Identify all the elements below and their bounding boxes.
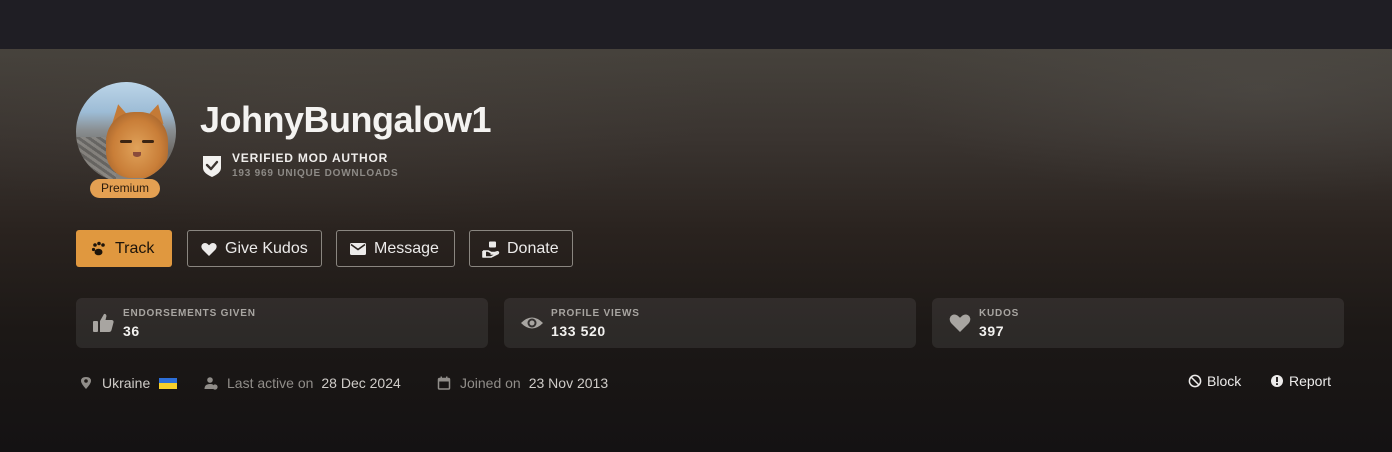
location-text: Ukraine bbox=[102, 375, 151, 391]
stat-card-kudos: KUDOS 397 bbox=[932, 298, 1344, 348]
map-pin-icon bbox=[81, 377, 91, 389]
eye-icon bbox=[521, 317, 543, 329]
joined: Joined on 23 Nov 2013 bbox=[437, 374, 608, 392]
donate-label: Donate bbox=[507, 239, 559, 257]
avatar[interactable] bbox=[76, 82, 176, 182]
stat-card-endorsements: ENDORSEMENTS GIVEN 36 bbox=[76, 298, 488, 348]
donate-button[interactable]: Donate bbox=[469, 230, 573, 267]
ukraine-flag-icon bbox=[159, 377, 178, 389]
alert-icon bbox=[1271, 375, 1283, 387]
track-label: Track bbox=[115, 239, 155, 257]
stat-value: 133 520 bbox=[551, 323, 606, 339]
report-label: Report bbox=[1289, 373, 1332, 389]
stat-value: 397 bbox=[979, 323, 1005, 339]
stat-label: ENDORSEMENTS GIVEN bbox=[123, 308, 256, 319]
stat-label: PROFILE VIEWS bbox=[551, 308, 640, 319]
message-button[interactable]: Message bbox=[336, 230, 455, 267]
envelope-icon bbox=[350, 242, 366, 255]
joined-date: 23 Nov 2013 bbox=[528, 375, 609, 391]
give-kudos-button[interactable]: Give Kudos bbox=[187, 230, 322, 267]
user-clock-icon bbox=[204, 377, 218, 390]
last-active: Last active on 28 Dec 2024 bbox=[204, 374, 401, 392]
stat-card-profile-views: PROFILE VIEWS 133 520 bbox=[504, 298, 916, 348]
thumbs-up-icon bbox=[93, 313, 114, 332]
calendar-icon bbox=[437, 376, 451, 390]
block-icon bbox=[1188, 374, 1202, 388]
stat-value: 36 bbox=[123, 323, 140, 339]
block-label: Block bbox=[1207, 373, 1242, 389]
paw-icon bbox=[91, 241, 105, 255]
block-link[interactable]: Block bbox=[1188, 373, 1241, 389]
give-kudos-label: Give Kudos bbox=[225, 239, 308, 257]
last-active-date: 28 Dec 2024 bbox=[321, 375, 401, 391]
heart-icon bbox=[201, 242, 217, 256]
premium-badge: Premium bbox=[90, 179, 160, 198]
unique-downloads: 193 969 UNIQUE DOWNLOADS bbox=[232, 168, 399, 179]
joined-label: Joined on bbox=[460, 375, 521, 391]
report-link[interactable]: Report bbox=[1270, 373, 1331, 389]
location: Ukraine bbox=[79, 374, 178, 392]
top-bar bbox=[0, 0, 1392, 49]
stat-label: KUDOS bbox=[979, 308, 1020, 319]
heart-icon bbox=[949, 314, 971, 332]
donate-hand-icon bbox=[482, 241, 500, 258]
username: JohnyBungalow1 bbox=[200, 99, 492, 140]
verified-author-label: VERIFIED MOD AUTHOR bbox=[232, 151, 389, 165]
last-active-label: Last active on bbox=[227, 375, 314, 391]
message-label: Message bbox=[374, 239, 439, 257]
track-button[interactable]: Track bbox=[76, 230, 172, 267]
verified-shield-icon bbox=[203, 156, 221, 177]
